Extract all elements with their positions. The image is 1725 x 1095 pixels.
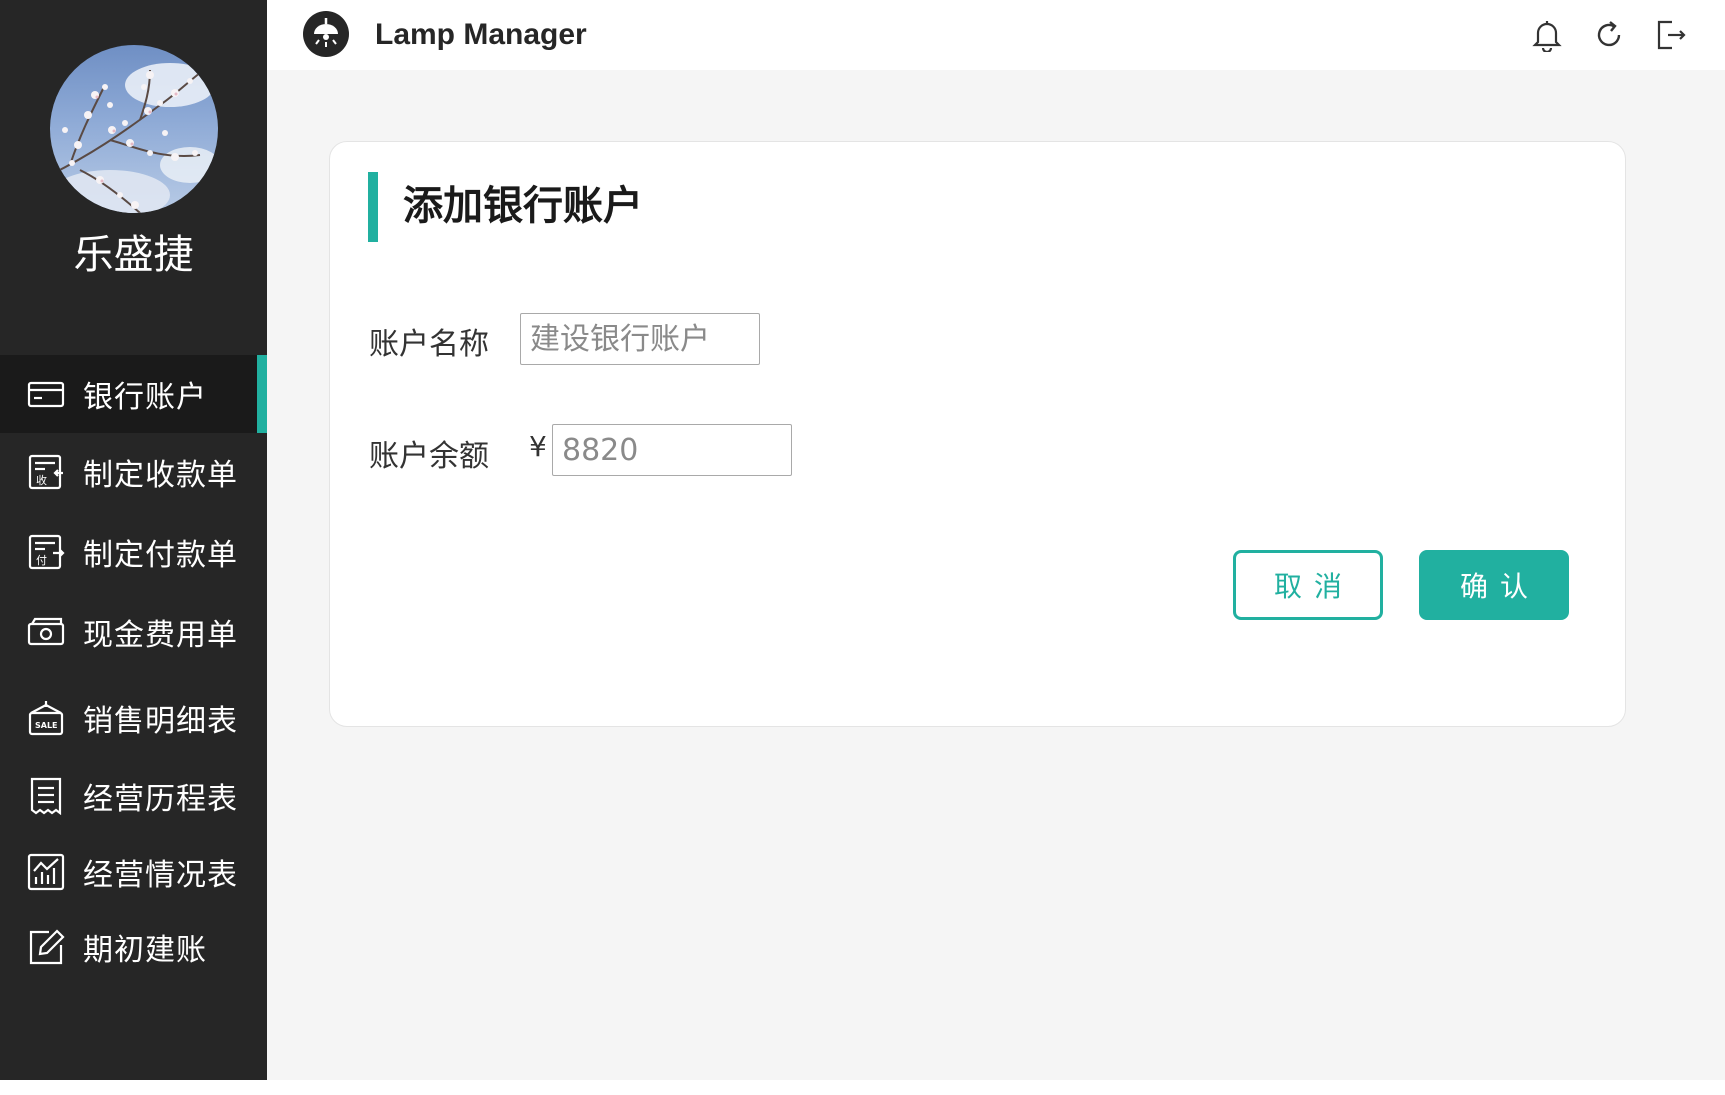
avatar[interactable]	[50, 45, 218, 213]
sidebar-item-business-history[interactable]: 经营历程表	[0, 757, 267, 835]
sidebar-item-payment[interactable]: 付 制定付款单	[0, 513, 267, 591]
account-balance-label: 账户余额	[369, 439, 489, 474]
bell-icon[interactable]	[1530, 18, 1564, 54]
account-balance-input[interactable]	[552, 424, 792, 476]
add-bank-account-card: 添加银行账户 账户名称 账户余额 ¥ 取消 确认	[329, 141, 1626, 727]
sidebar-item-receipt[interactable]: 收 制定收款单	[0, 433, 267, 511]
account-name-label: 账户名称	[369, 327, 489, 362]
svg-text:SALE: SALE	[35, 721, 58, 730]
cash-icon	[27, 613, 65, 651]
sidebar-item-label: 制定付款单	[83, 538, 238, 573]
bank-card-icon	[27, 375, 65, 413]
sidebar-item-label: 制定收款单	[83, 458, 238, 493]
sidebar: 乐盛捷 银行账户 收 制定收款单 付 制定付款单 现金费用单 SALE 销售明细…	[0, 0, 267, 1080]
page-title: 添加银行账户	[403, 183, 643, 229]
document-list-icon	[27, 777, 65, 815]
main-content: 添加银行账户 账户名称 账户余额 ¥ 取消 确认	[267, 70, 1725, 1080]
cancel-button[interactable]: 取消	[1233, 550, 1383, 620]
sidebar-item-label: 期初建账	[83, 933, 207, 968]
top-bar: Lamp Manager	[267, 0, 1725, 70]
sale-tag-icon: SALE	[27, 699, 65, 737]
receipt-in-icon: 收	[27, 453, 65, 491]
svg-text:付: 付	[36, 554, 47, 567]
chart-icon	[27, 853, 65, 891]
sidebar-item-label: 经营历程表	[83, 782, 238, 817]
receipt-out-icon: 付	[27, 533, 65, 571]
sidebar-item-label: 银行账户	[83, 380, 207, 415]
sidebar-item-opening-account[interactable]: 期初建账	[0, 908, 267, 986]
lamp-logo-icon	[302, 10, 350, 58]
sidebar-item-label: 经营情况表	[83, 858, 238, 893]
refresh-icon[interactable]	[1592, 18, 1626, 52]
sidebar-item-business-status[interactable]: 经营情况表	[0, 833, 267, 911]
avatar-blossom-image	[50, 63, 218, 213]
svg-text:收: 收	[36, 473, 47, 487]
sidebar-item-bank-account[interactable]: 银行账户	[0, 355, 267, 433]
user-name: 乐盛捷	[73, 232, 194, 278]
app-title: Lamp Manager	[375, 18, 587, 51]
sidebar-item-cash-expense[interactable]: 现金费用单	[0, 593, 267, 671]
account-name-input[interactable]	[520, 313, 760, 365]
sidebar-item-label: 销售明细表	[83, 704, 238, 739]
currency-symbol: ¥	[529, 430, 547, 463]
edit-icon	[27, 928, 65, 966]
sidebar-item-sales-detail[interactable]: SALE 销售明细表	[0, 679, 267, 757]
logout-icon[interactable]	[1654, 18, 1688, 52]
title-accent-bar	[368, 172, 378, 242]
sidebar-item-label: 现金费用单	[83, 618, 238, 653]
confirm-button[interactable]: 确认	[1419, 550, 1569, 620]
